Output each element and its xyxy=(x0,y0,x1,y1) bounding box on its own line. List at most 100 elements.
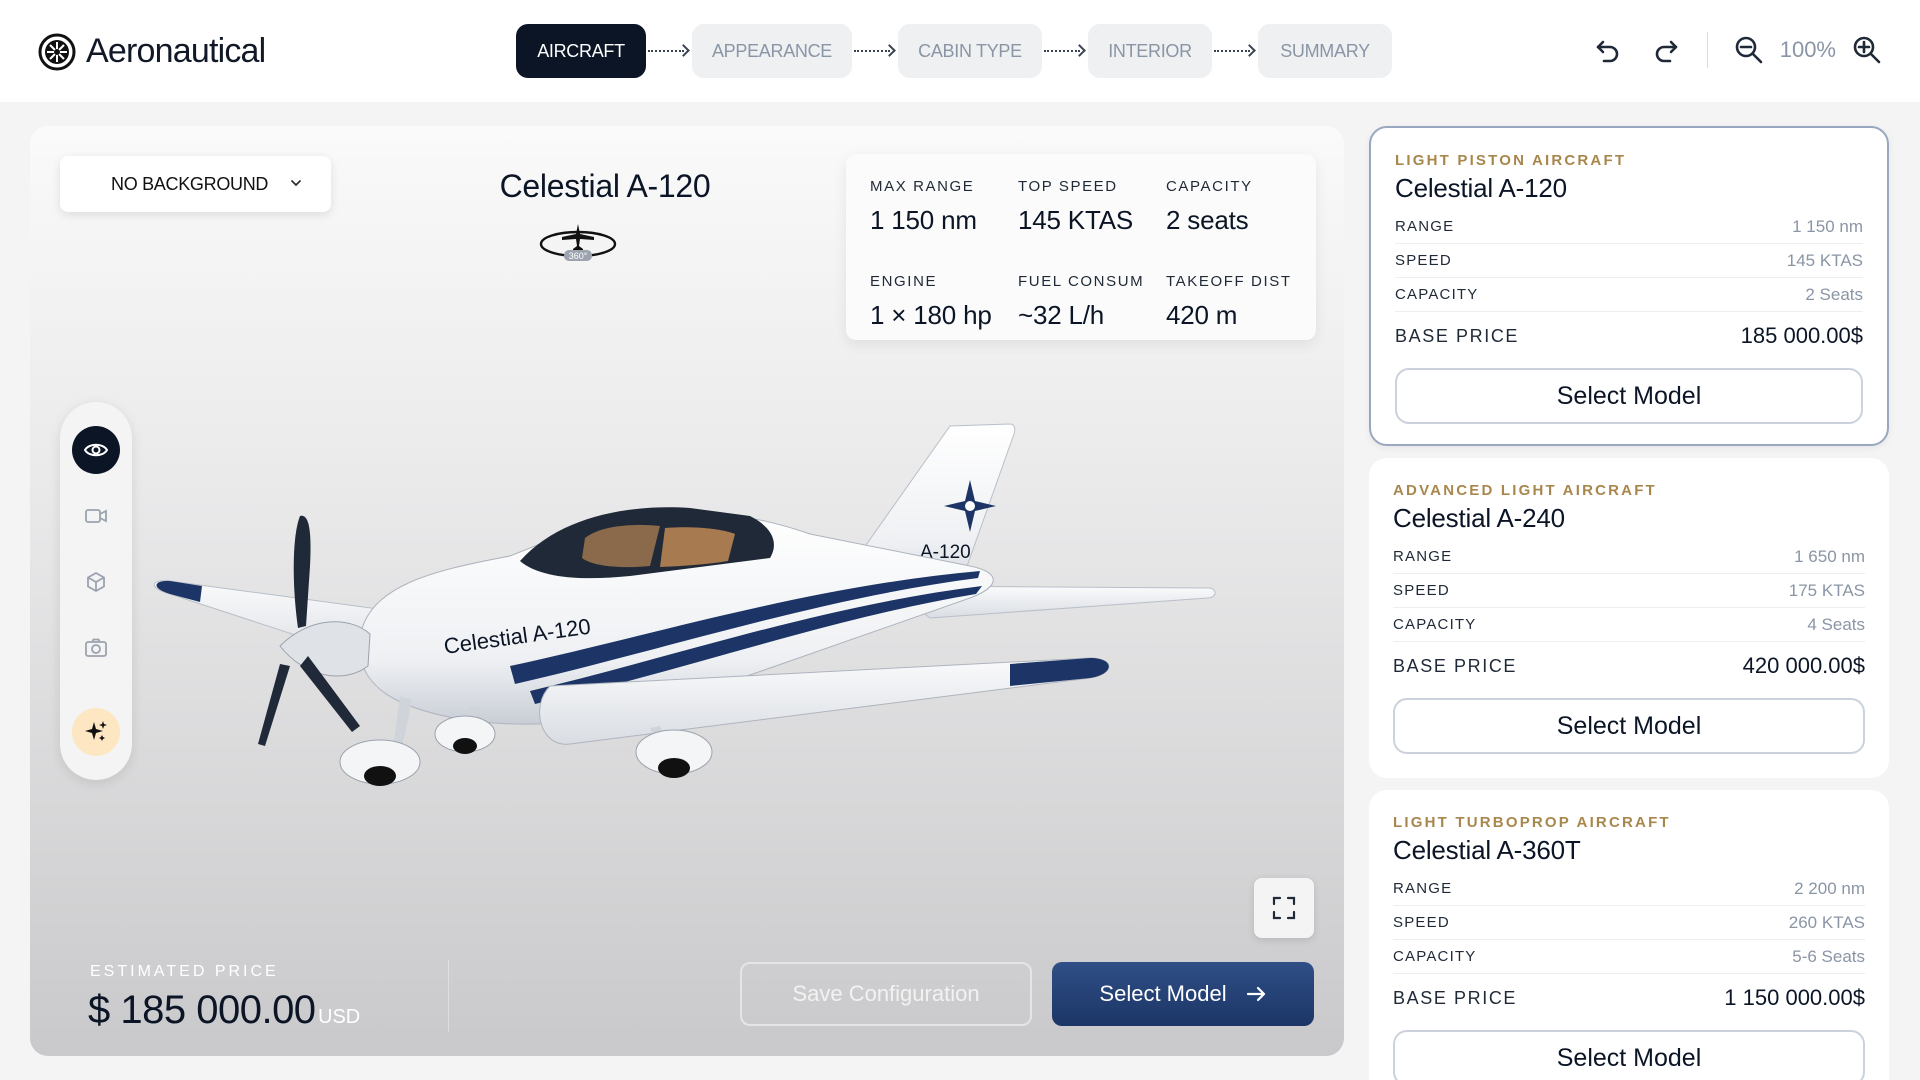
eye-icon xyxy=(83,443,109,457)
row-label: SPEED xyxy=(1393,582,1450,599)
price-label: BASE PRICE xyxy=(1393,655,1518,676)
background-select[interactable]: NO BACKGROUND xyxy=(60,156,331,212)
row-value: 175 KTAS xyxy=(1788,580,1865,600)
spec-label: MAX RANGE xyxy=(870,178,975,195)
sparkle-icon xyxy=(85,721,107,741)
spec-value: 2 seats xyxy=(1166,205,1249,235)
price-label: BASE PRICE xyxy=(1393,987,1518,1008)
select-model-button[interactable]: Select Model xyxy=(1393,1030,1865,1080)
step-summary[interactable]: SUMMARY xyxy=(1258,24,1392,78)
top-bar: Aeronautical AIRCRAFT APPEARANCE CABIN T… xyxy=(0,0,1920,102)
row-label: SPEED xyxy=(1393,914,1450,931)
redo-icon xyxy=(1655,40,1678,63)
zoom-in-icon xyxy=(1853,36,1881,64)
header-tools: 100% xyxy=(1591,32,1884,68)
step-cabin-type[interactable]: CABIN TYPE xyxy=(898,24,1042,78)
row-label: CAPACITY xyxy=(1393,616,1477,633)
divider xyxy=(1706,32,1708,68)
spec-item: CAPACITY 2 seats xyxy=(1166,178,1314,245)
fullscreen-icon xyxy=(1272,896,1296,920)
model-card-a240[interactable]: ADVANCED LIGHT AIRCRAFT Celestial A-240 … xyxy=(1369,458,1889,778)
base-price-row: BASE PRICE 420 000.00$ xyxy=(1393,642,1865,690)
model-name: Celestial A-120 xyxy=(1395,173,1567,203)
save-configuration-button[interactable]: Save Configuration xyxy=(740,962,1032,1026)
spec-label: CAPACITY xyxy=(1166,178,1253,195)
step-connector xyxy=(1212,24,1258,78)
spec-item: MAX RANGE 1 150 nm xyxy=(870,178,1018,245)
base-price-row: BASE PRICE 1 150 000.00$ xyxy=(1393,974,1865,1022)
spec-item: FUEL CONSUM ~32 L/h xyxy=(1018,273,1166,340)
spec-row: RANGE 1 150 nm xyxy=(1395,210,1863,244)
spec-row: RANGE 2 200 nm xyxy=(1393,872,1865,906)
3d-view-button[interactable] xyxy=(72,558,120,606)
select-model-button[interactable]: Select Model xyxy=(1393,698,1865,754)
aircraft-render[interactable]: A-120 Celestial A-120 xyxy=(130,366,1330,856)
zoom-level: 100% xyxy=(1779,37,1836,62)
spec-panel: MAX RANGE 1 150 nm TOP SPEED 145 KTAS CAPA… xyxy=(846,154,1316,340)
row-label: RANGE xyxy=(1395,218,1455,235)
row-value: 5-6 Seats xyxy=(1792,946,1865,966)
step-interior[interactable]: INTERIOR xyxy=(1088,24,1212,78)
row-value: 2 200 nm xyxy=(1794,878,1865,898)
spec-row: RANGE 1 650 nm xyxy=(1393,540,1865,574)
rotate-360-button[interactable]: 360° xyxy=(538,216,618,266)
spec-value: 1 × 180 hp xyxy=(870,300,992,330)
spec-row: SPEED 145 KTAS xyxy=(1395,244,1863,278)
spec-label: ENGINE xyxy=(870,273,938,290)
aircraft-viewer: NO BACKGROUND Celestial A-120 360° MAX R… xyxy=(30,126,1344,1056)
select-model-label: Select Model xyxy=(1099,981,1227,1006)
spec-label: FUEL CONSUM xyxy=(1018,273,1145,290)
spec-row: SPEED 260 KTAS xyxy=(1393,906,1865,940)
row-label: CAPACITY xyxy=(1395,286,1479,303)
spec-value: 420 m xyxy=(1166,300,1238,330)
chevron-down-icon xyxy=(291,180,301,187)
redo-button[interactable] xyxy=(1649,33,1683,67)
spec-row: CAPACITY 5-6 Seats xyxy=(1393,940,1865,974)
model-category: ADVANCED LIGHT AIRCRAFT xyxy=(1393,482,1657,499)
logo-icon xyxy=(38,33,76,70)
rotate-360-label: 360° xyxy=(569,251,588,261)
spec-item: TOP SPEED 145 KTAS xyxy=(1018,178,1166,245)
base-price-row: BASE PRICE 185 000.00$ xyxy=(1395,312,1863,360)
model-card-a120[interactable]: LIGHT PISTON AIRCRAFT Celestial A-120 RA… xyxy=(1369,126,1889,446)
step-nav: AIRCRAFT APPEARANCE CABIN TYPE INTERIOR … xyxy=(516,24,1392,78)
model-name: Celestial A-360T xyxy=(1393,835,1581,865)
select-model-button[interactable]: Select Model xyxy=(1395,368,1863,424)
spec-label: TAKEOFF DIST xyxy=(1166,273,1292,290)
camera-icon xyxy=(85,638,107,657)
zoom-out-button[interactable] xyxy=(1732,33,1766,67)
app-logo[interactable]: Aeronautical xyxy=(38,32,266,71)
step-appearance[interactable]: APPEARANCE xyxy=(692,24,852,78)
3d-box-icon xyxy=(87,571,105,593)
view-button[interactable] xyxy=(72,426,120,474)
zoom-in-button[interactable] xyxy=(1850,33,1884,67)
estimated-price-label: ESTIMATED PRICE xyxy=(90,963,279,980)
camera-button[interactable] xyxy=(72,624,120,672)
spec-value: 145 KTAS xyxy=(1018,205,1133,235)
model-card-a360t[interactable]: LIGHT TURBOPROP AIRCRAFT Celestial A-360… xyxy=(1369,790,1889,1080)
price-value: 185 000.00$ xyxy=(1740,323,1863,348)
step-connector xyxy=(646,24,692,78)
estimated-price: $ 185 000.00 xyxy=(88,988,316,1032)
undo-button[interactable] xyxy=(1591,33,1625,67)
model-name: Celestial A-240 xyxy=(1393,503,1565,533)
step-aircraft[interactable]: AIRCRAFT xyxy=(516,24,646,78)
row-label: RANGE xyxy=(1393,548,1453,565)
fullscreen-button[interactable] xyxy=(1254,878,1314,938)
spec-value: 1 150 nm xyxy=(870,205,977,235)
app-name: Aeronautical xyxy=(86,32,266,70)
price-value: 420 000.00$ xyxy=(1742,653,1865,678)
price-label: BASE PRICE xyxy=(1395,325,1520,346)
row-label: SPEED xyxy=(1395,252,1452,269)
ai-assist-button[interactable] xyxy=(72,708,120,756)
select-model-primary-button[interactable]: Select Model xyxy=(1052,962,1314,1026)
spec-item: TAKEOFF DIST 420 m xyxy=(1166,273,1314,340)
model-category: LIGHT TURBOPROP AIRCRAFT xyxy=(1393,814,1671,831)
row-value: 1 150 nm xyxy=(1792,216,1863,236)
price-value: 1 150 000.00$ xyxy=(1724,985,1865,1010)
row-value: 4 Seats xyxy=(1807,614,1865,634)
view-tools xyxy=(60,402,132,780)
row-value: 2 Seats xyxy=(1805,284,1863,304)
video-button[interactable] xyxy=(72,492,120,540)
model-category: LIGHT PISTON AIRCRAFT xyxy=(1395,152,1627,169)
